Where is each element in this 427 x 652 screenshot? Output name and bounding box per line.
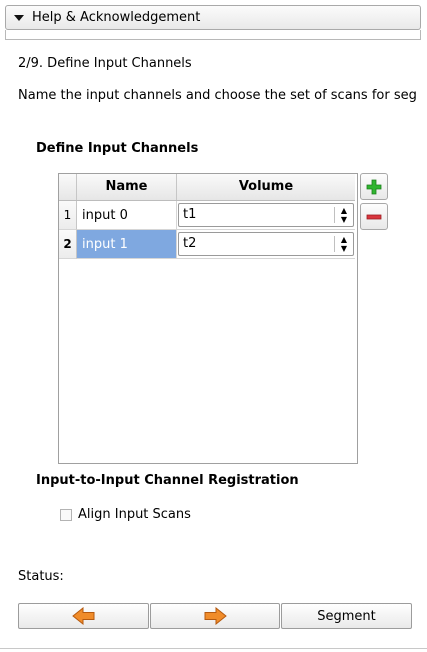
row-number[interactable]: 2 (59, 230, 77, 259)
channel-name-cell[interactable]: input 1 (77, 230, 177, 259)
column-header-volume[interactable]: Volume (177, 174, 355, 200)
input-channels-table[interactable]: Name Volume 1 input 0 t1 ▲ ▼ 2 input 1 t2… (58, 173, 358, 464)
back-button[interactable] (18, 603, 149, 629)
help-acknowledgement-collapsible[interactable]: Help & Acknowledgement (5, 5, 421, 30)
registration-heading: Input-to-Input Channel Registration (36, 473, 299, 488)
segment-button-label: Segment (317, 608, 376, 624)
row-number[interactable]: 1 (59, 201, 77, 230)
updown-arrows-icon: ▲ ▼ (340, 235, 348, 253)
step-instructions: Name the input channels and choose the s… (18, 88, 417, 103)
help-collapsible-body (5, 30, 421, 40)
volume-select-value: t2 (183, 236, 197, 251)
updown-arrows-icon: ▲ ▼ (340, 206, 348, 224)
volume-cell: t2 ▲ ▼ (177, 230, 355, 259)
triangle-down-icon (14, 14, 24, 21)
remove-channel-button[interactable] (360, 203, 388, 230)
align-input-scans-checkbox[interactable] (60, 509, 72, 521)
volume-cell: t1 ▲ ▼ (177, 201, 355, 230)
add-channel-button[interactable] (360, 173, 388, 200)
align-input-scans-label[interactable]: Align Input Scans (78, 507, 191, 522)
volume-select[interactable]: t1 ▲ ▼ (178, 203, 354, 227)
next-button[interactable] (150, 603, 280, 629)
help-acknowledgement-label: Help & Acknowledgement (32, 10, 201, 25)
volume-select[interactable]: t2 ▲ ▼ (178, 232, 354, 256)
arrow-left-icon (71, 607, 94, 625)
column-header-name[interactable]: Name (77, 174, 177, 200)
segment-button[interactable]: Segment (281, 603, 412, 629)
volume-select-value: t1 (183, 207, 197, 222)
channel-name-cell[interactable]: input 0 (77, 201, 177, 230)
arrow-right-icon (204, 607, 227, 625)
table-header: Name Volume (59, 174, 355, 201)
plus-icon (366, 179, 382, 194)
minus-icon (366, 214, 382, 219)
define-input-channels-heading: Define Input Channels (36, 141, 199, 156)
step-title: 2/9. Define Input Channels (18, 56, 192, 71)
row-header-corner (59, 174, 77, 200)
divider (0, 648, 427, 649)
status-label: Status: (18, 569, 64, 584)
